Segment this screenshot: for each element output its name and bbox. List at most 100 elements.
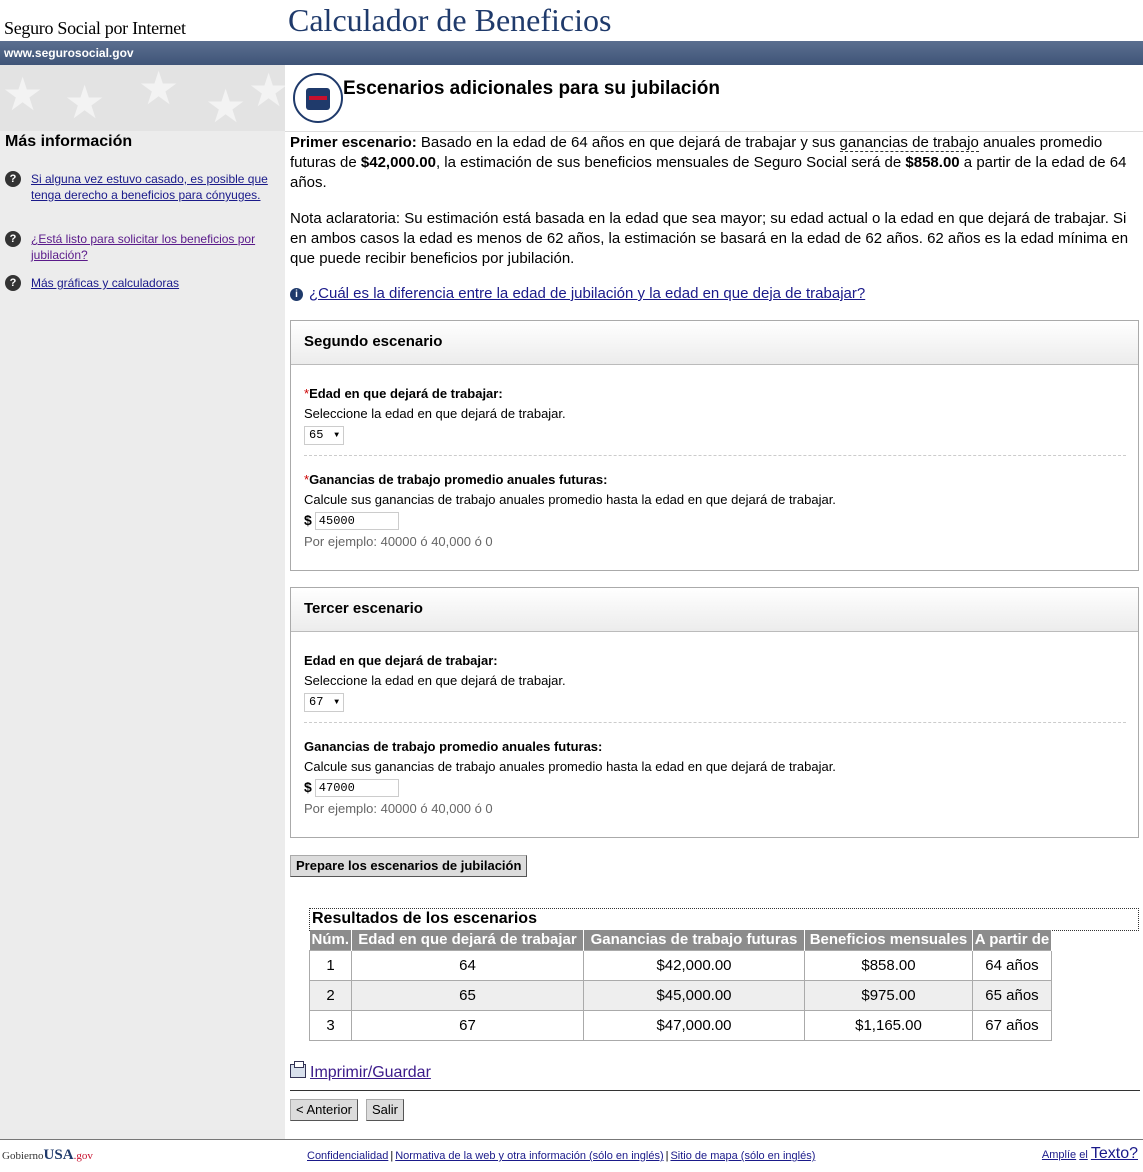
footer-link-sitemap[interactable]: Sitio de mapa (sólo en inglés) [670,1150,815,1162]
footer-link-web-policy[interactable]: Normativa de la web y otra información (… [395,1150,663,1162]
scenario2-title: Segundo escenario [291,321,1138,365]
table-cell: $47,000.00 [583,1009,805,1041]
scenario3-age-value: 67 [309,695,324,709]
scenario2-earnings-help: Calcule sus ganancias de trabajo anuales… [304,492,836,507]
sidebar-link-more-calculators[interactable]: Más gráficas y calculadoras [31,275,283,291]
info-icon: i [290,288,303,301]
page-title-row: Escenarios adicionales para su jubilació… [285,65,1143,132]
gov-logo-main: USA [43,1147,74,1163]
scenario2-earnings-input[interactable]: 45000 [314,512,399,531]
sidebar-item-apply-retirement: ? ¿Está listo para solicitar los benefic… [5,231,283,263]
info-link-row: i ¿Cuál es la diferencia entre la edad de… [290,285,865,302]
sidebar-item-more-calculators: ? Más gráficas y calculadoras [5,275,283,291]
star-decoration: ★ [205,80,247,131]
usa-gov-logo[interactable]: GobiernoUSA.gov [2,1147,93,1164]
table-row: 3 67 $47,000.00 $1,165.00 67 años [309,1009,1052,1041]
footer-links: Confidencialidad | Normativa de la web y o… [307,1150,815,1162]
scenario3-title: Tercer escenario [291,588,1138,632]
scenario2-age-label-text: Edad en que dejará de trabajar: [309,386,503,401]
star-decoration: ★ [248,65,285,116]
table-cell: 1 [309,949,352,981]
scenario2-earnings-row: $45000 [304,512,1126,531]
zoom-text-link-group: Amplíe el Texto? [1042,1145,1138,1163]
scenario2-age-label: *Edad en que dejará de trabajar: [304,386,1126,402]
scenario2-age-select[interactable]: 65 ▼ [304,426,344,445]
table-cell: $858.00 [804,949,973,981]
url-bar: www.segurosocial.gov [0,41,1143,65]
results-table: Núm. Edad en que dejará de trabajar Gana… [309,930,1052,1041]
sidebar-link-spouse-benefits[interactable]: Si alguna vez estuvo casado, es posible … [31,171,283,203]
sidebar-heading: Más información [5,133,133,150]
print-save-link[interactable]: Imprimir/Guardar [310,1064,431,1081]
table-cell: $1,165.00 [804,1009,973,1041]
app-title: Calculador de Beneficios [288,2,612,38]
table-row: 2 65 $45,000.00 $975.00 65 años [309,979,1052,1011]
table-cell: 67 años [972,1009,1052,1041]
scenario3-earnings-field: Ganancias de trabajo promedio anuales fu… [304,739,1126,816]
site-header: Seguro Social por Internet Calculador de… [0,0,1143,41]
scenario3-earnings-label: Ganancias de trabajo promedio anuales fu… [304,739,603,754]
column-header: Beneficios mensuales [804,930,973,950]
earnings-term-tooltip[interactable]: ganancias de trabajo [839,134,979,152]
field-divider [304,455,1126,456]
scenario3-earnings-help: Calcule sus ganancias de trabajo anuales… [304,759,836,774]
sidebar: ★ ★ ★ ★ ★ Más información ? Si alguna ve… [0,65,285,1139]
zoom-text-el[interactable]: el [1079,1149,1088,1161]
prepare-scenarios-button[interactable]: Prepare los escenarios de jubilación [290,855,528,877]
back-button[interactable]: < Anterior [290,1099,359,1121]
site-url: www.segurosocial.gov [4,46,134,60]
footer-link-privacy[interactable]: Confidencialidad [307,1150,388,1162]
scenario1-benefit: $858.00 [905,154,960,171]
scenario3-age-field: Edad en que dejará de trabajar: Seleccio… [304,653,1126,712]
scenario2-earnings-label: *Ganancias de trabajo promedio anuales f… [304,472,1126,488]
site-footer: GobiernoUSA.gov Confidencialidad | Normati… [0,1139,1143,1172]
scenario3-earnings-row: $47000 [304,779,1126,798]
printer-icon[interactable] [290,1061,306,1078]
table-row: 1 64 $42,000.00 $858.00 64 años [309,949,1052,981]
print-row: Imprimir/Guardar [290,1061,431,1082]
column-header: Ganancias de trabajo futuras [583,930,805,950]
site-brand: Seguro Social por Internet [4,18,186,38]
chevron-down-icon: ▼ [334,431,339,440]
scenario3-example: Por ejemplo: 40000 ó 40,000 ó 0 [304,801,493,817]
star-decoration: ★ [64,76,106,128]
link-separator: | [390,1150,394,1162]
scenario3-panel: Tercer escenario Edad en que dejará de t… [290,587,1139,838]
table-cell: 64 años [972,949,1052,981]
table-cell: 65 años [972,979,1052,1011]
zoom-text-prefix[interactable]: Amplíe [1042,1149,1076,1161]
scenario2-panel: Segundo escenario *Edad en que dejará de… [290,320,1139,571]
sidebar-link-apply-retirement[interactable]: ¿Está listo para solicitar los beneficio… [31,231,283,263]
table-cell: $42,000.00 [583,949,805,981]
chevron-down-icon: ▼ [334,698,339,707]
gov-logo-suffix: .gov [73,1150,93,1162]
zoom-text-link[interactable]: Texto? [1091,1145,1138,1162]
ssa-seal-logo [293,73,343,123]
currency-symbol: $ [304,779,312,795]
divider [290,1090,1140,1091]
scenario3-earnings-input[interactable]: 47000 [314,779,399,798]
scenario1-label: Primer escenario: [290,134,417,151]
scenario1-summary: Primer escenario: Basado en la edad de 6… [290,133,1140,193]
exit-button[interactable]: Salir [366,1099,405,1121]
star-decoration: ★ [138,65,180,114]
scenario1-text: Basado en la edad de 64 años en que deja… [416,134,840,151]
star-decoration: ★ [2,68,44,120]
scenario2-earnings-field: *Ganancias de trabajo promedio anuales f… [304,472,1126,549]
scenario2-age-field: *Edad en que dejará de trabajar: Selecci… [304,386,1126,445]
table-cell: 64 [351,949,584,981]
scenario3-age-label: Edad en que dejará de trabajar: [304,653,498,668]
logo-band [309,96,327,100]
table-cell: $45,000.00 [583,979,805,1011]
age-difference-link[interactable]: ¿Cuál es la diferencia entre la edad de … [309,285,865,302]
stars-banner: ★ ★ ★ ★ ★ [0,65,285,131]
column-header: Edad en que dejará de trabajar [351,930,584,950]
scenario3-age-select[interactable]: 67 ▼ [304,693,344,712]
table-cell: 3 [309,1009,352,1041]
question-circle-icon: ? [5,231,21,247]
table-cell: 67 [351,1009,584,1041]
currency-symbol: $ [304,512,312,528]
scenario2-age-help: Seleccione la edad en que dejará de trab… [304,406,566,421]
results-header-row: Núm. Edad en que dejará de trabajar Gana… [309,930,1052,950]
sidebar-item-spouse-benefits: ? Si alguna vez estuvo casado, es posibl… [5,171,283,203]
